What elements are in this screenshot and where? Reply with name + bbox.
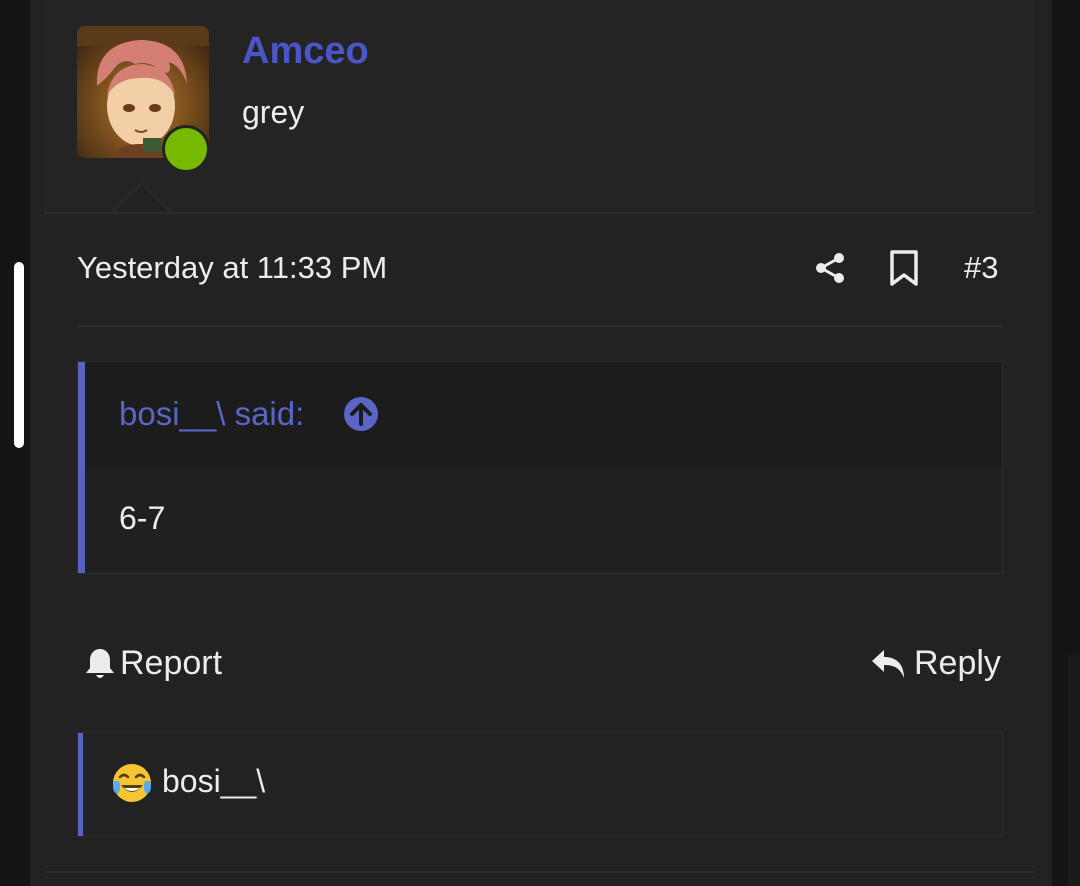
reactions-accent-bar <box>78 733 83 836</box>
quote-author-link[interactable]: bosi__\ said: <box>119 395 304 433</box>
post-timestamp[interactable]: Yesterday at 11:33 PM <box>77 250 387 286</box>
reaction-user-link[interactable]: bosi__\ <box>162 763 265 800</box>
reply-button[interactable]: Reply <box>870 644 1001 683</box>
reactions-bar[interactable]: bosi__\ <box>77 732 1003 837</box>
user-title: grey <box>242 94 305 130</box>
arrow-up-circle-icon[interactable] <box>343 396 379 432</box>
quote-body: 6-7 <box>119 500 166 536</box>
report-button[interactable]: Report <box>84 644 222 683</box>
scrollbar-thumb[interactable] <box>14 262 24 448</box>
quote-block: bosi__\ said: 6-7 <box>77 361 1003 574</box>
reply-label: Reply <box>914 644 1001 682</box>
report-label: Report <box>120 644 223 682</box>
post-number-link[interactable]: #3 <box>964 250 998 286</box>
bookmark-icon[interactable] <box>889 250 919 286</box>
divider-bottom <box>44 871 1036 873</box>
header-caret <box>112 182 172 212</box>
laughing-crying-emoji-icon <box>113 764 151 802</box>
share-icon[interactable] <box>814 252 846 284</box>
divider <box>77 325 1003 327</box>
right-scrollbar-track <box>1068 655 1080 886</box>
reply-arrow-icon <box>872 649 904 678</box>
bell-icon <box>86 648 114 678</box>
quote-header: bosi__\ said: <box>85 362 1002 468</box>
online-status-indicator <box>162 125 210 173</box>
username-link[interactable]: Amceo <box>242 30 369 73</box>
quote-accent-bar <box>78 362 85 573</box>
